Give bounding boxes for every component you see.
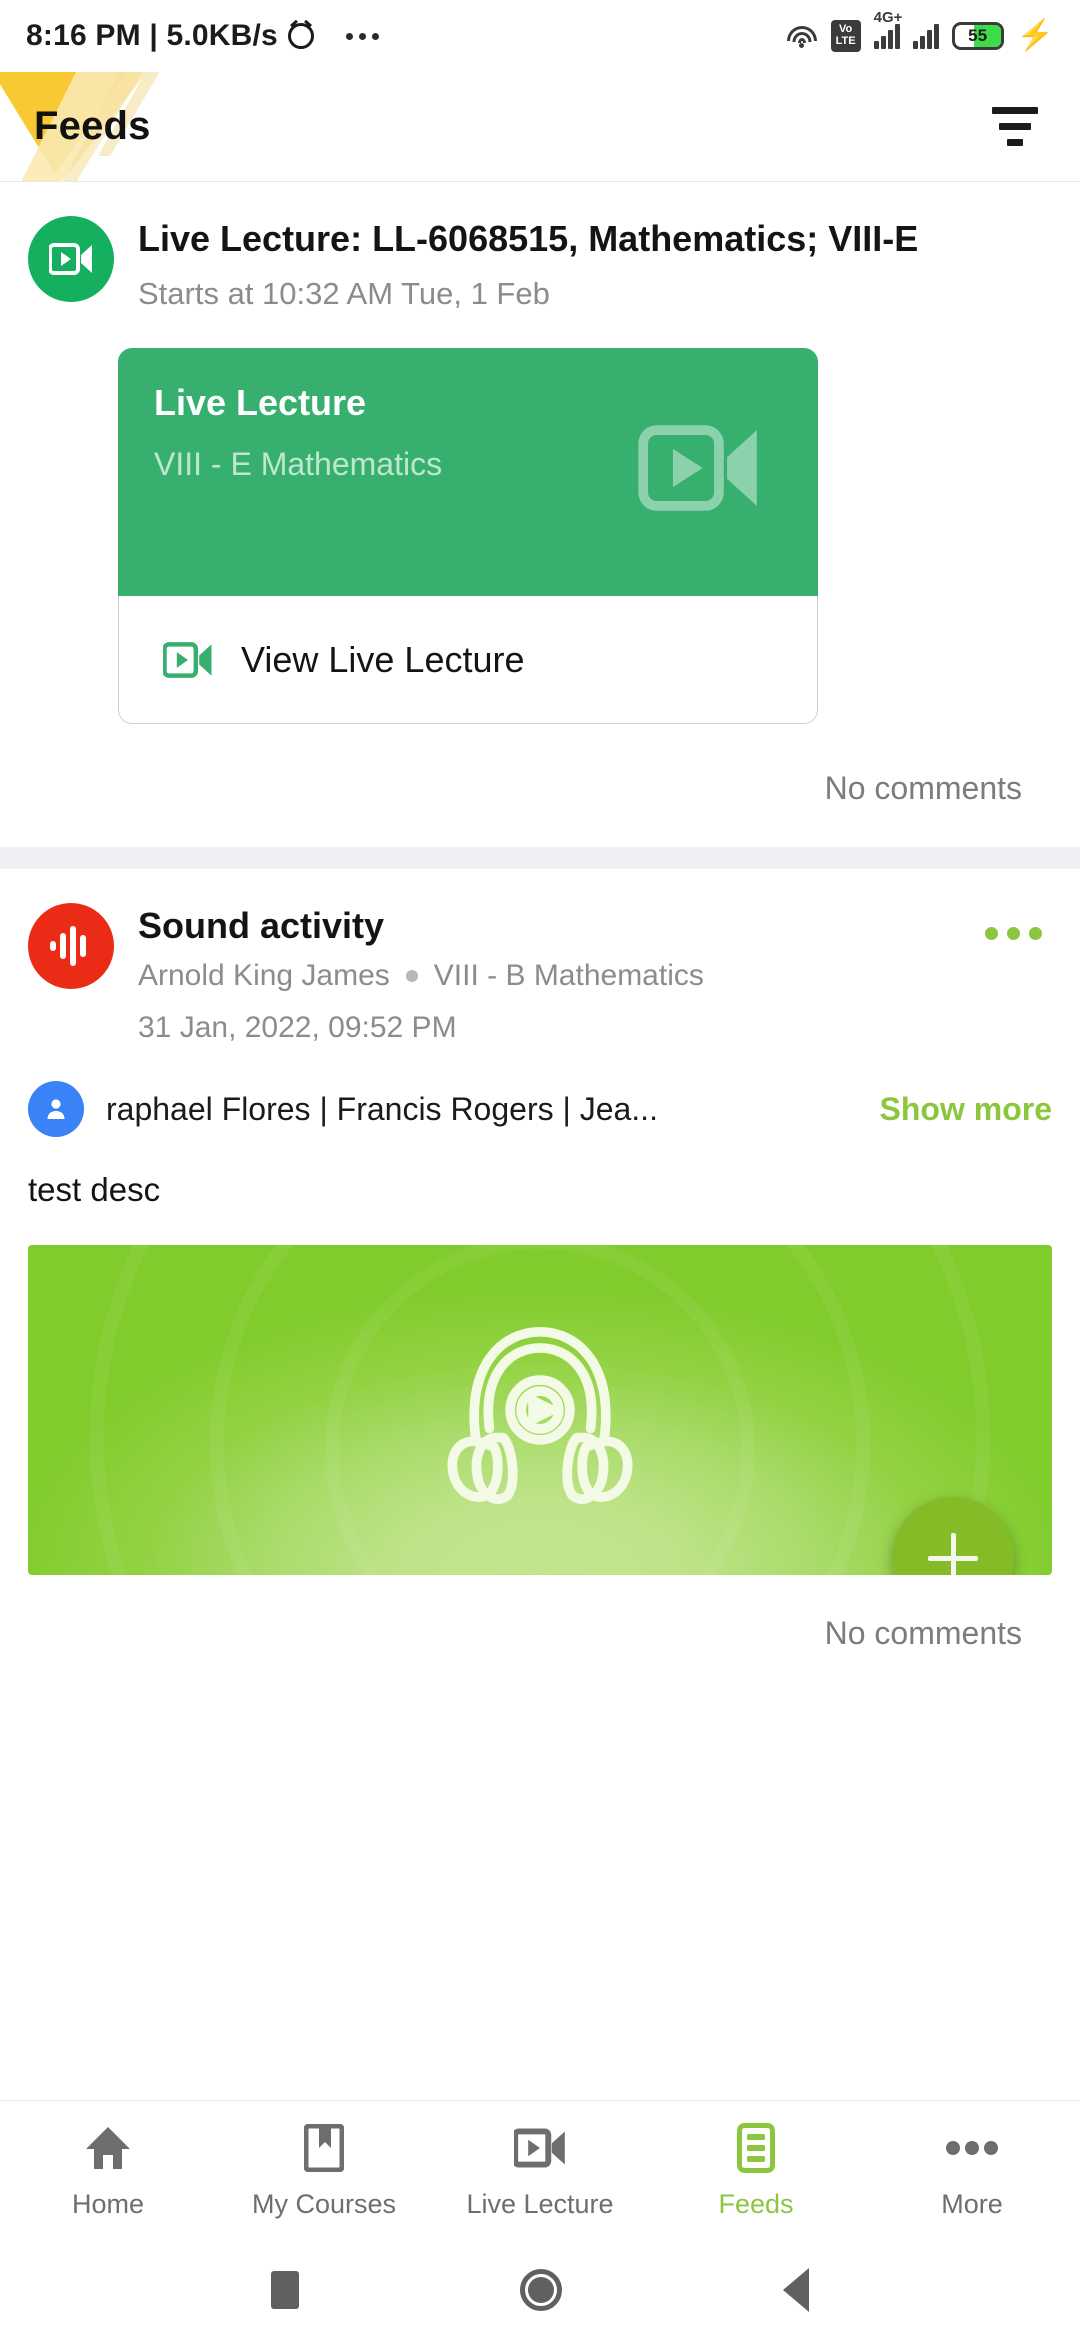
book-bookmark-icon <box>304 2121 344 2175</box>
nav-item-home[interactable]: Home <box>0 2121 216 2220</box>
wifi-icon <box>786 24 818 48</box>
alarm-icon <box>287 23 314 49</box>
status-time: 8:16 PM | 5.0KB/s <box>26 19 278 52</box>
post-title: Live Lecture: LL-6068515, Mathematics; V… <box>138 218 919 259</box>
android-navigation-bar <box>0 2240 1080 2340</box>
battery-icon: 55 <box>951 22 1004 50</box>
video-camera-icon <box>636 422 764 519</box>
feed-list-icon <box>737 2121 775 2175</box>
live-lecture-card-banner: Live Lecture VIII - E Mathematics <box>118 348 818 597</box>
lightning-bolt-icon: ⚡ <box>1016 19 1054 52</box>
nav-label-live-lecture: Live Lecture <box>466 2189 614 2219</box>
post-recipients-row: raphael Flores | Francis Rogers | Jea...… <box>28 1081 1052 1138</box>
square-recents-icon[interactable] <box>270 2271 299 2309</box>
home-icon <box>84 2121 132 2175</box>
nav-item-live-lecture[interactable]: Live Lecture <box>432 2121 648 2220</box>
show-more-link[interactable]: Show more <box>880 1091 1052 1128</box>
status-bar: 8:16 PM | 5.0KB/s Vo LTE 4G+ 55 ⚡ <box>0 0 1080 72</box>
separator-dot-icon <box>405 970 418 983</box>
more-dots-icon <box>945 2121 999 2175</box>
signal-icon-1: 4G+ <box>873 9 902 49</box>
post-meta: Arnold King James VIII - B Mathematics <box>138 959 951 993</box>
no-comments-label[interactable]: No comments <box>28 724 1052 847</box>
triangle-back-icon[interactable] <box>783 2268 810 2312</box>
nav-item-feeds[interactable]: Feeds <box>648 2121 864 2220</box>
post-body: Sound activity Arnold King James VIII - … <box>138 903 951 1045</box>
view-live-lecture-label: View Live Lecture <box>241 638 525 680</box>
view-live-lecture-button[interactable]: View Live Lecture <box>118 596 818 725</box>
post-author: Arnold King James <box>138 959 390 993</box>
video-camera-icon <box>28 216 114 302</box>
feed-divider <box>0 847 1080 870</box>
post-body: Live Lecture: LL-6068515, Mathematics; V… <box>138 216 1052 312</box>
kebab-menu-icon[interactable] <box>975 917 1052 950</box>
more-dots-icon <box>345 32 379 40</box>
video-camera-icon <box>514 2121 566 2175</box>
post-header: Sound activity Arnold King James VIII - … <box>28 903 1052 1045</box>
bottom-navigation: Home My Courses Live Lecture Feeds More <box>0 2100 1080 2240</box>
recipient-names: raphael Flores | Francis Rogers | Jea... <box>106 1090 658 1127</box>
post-course: VIII - B Mathematics <box>433 959 704 993</box>
feed-list: Live Lecture: LL-6068515, Mathematics; V… <box>0 182 1080 1653</box>
signal-icon-2 <box>912 23 939 49</box>
feed-post-live-lecture[interactable]: Live Lecture: LL-6068515, Mathematics; V… <box>0 182 1080 848</box>
post-timestamp: 31 Jan, 2022, 09:52 PM <box>138 1011 457 1045</box>
phone-screen: 8:16 PM | 5.0KB/s Vo LTE 4G+ 55 ⚡ Feeds … <box>0 0 1080 2340</box>
video-camera-icon <box>163 641 212 678</box>
post-title: Sound activity <box>138 905 385 947</box>
filter-icon[interactable] <box>984 99 1046 154</box>
person-icon <box>28 1081 84 1138</box>
live-lecture-card-heading: Live Lecture <box>154 382 367 424</box>
page-title: Feeds <box>34 104 151 148</box>
nav-item-my-courses[interactable]: My Courses <box>216 2121 432 2220</box>
network-type-label: 4G+ <box>873 9 903 26</box>
post-description: test desc <box>28 1171 161 1209</box>
post-header: Live Lecture: LL-6068515, Mathematics; V… <box>28 216 1052 312</box>
feed-post-sound-activity[interactable]: Sound activity Arnold King James VIII - … <box>0 869 1080 1653</box>
status-bar-left: 8:16 PM | 5.0KB/s <box>26 19 379 53</box>
nav-label-home: Home <box>71 2189 145 2219</box>
sound-wave-icon <box>28 903 114 990</box>
nav-label-my-courses: My Courses <box>251 2189 397 2219</box>
volte-icon: Vo LTE <box>830 20 861 52</box>
app-header: Feeds <box>0 72 1080 182</box>
nav-label-more: More <box>941 2189 1003 2219</box>
circle-home-icon[interactable] <box>519 2269 562 2311</box>
status-bar-right: Vo LTE 4G+ 55 ⚡ <box>786 9 1054 52</box>
post-subtitle: Starts at 10:32 AM Tue, 1 Feb <box>138 276 550 312</box>
live-lecture-card[interactable]: Live Lecture VIII - E Mathematics View L… <box>118 348 818 725</box>
nav-label-feeds: Feeds <box>718 2189 794 2219</box>
post-media-banner[interactable] <box>28 1245 1052 1576</box>
nav-item-more[interactable]: More <box>864 2121 1080 2220</box>
headphones-play-icon <box>447 1327 633 1505</box>
no-comments-label[interactable]: No comments <box>28 1575 1052 1652</box>
